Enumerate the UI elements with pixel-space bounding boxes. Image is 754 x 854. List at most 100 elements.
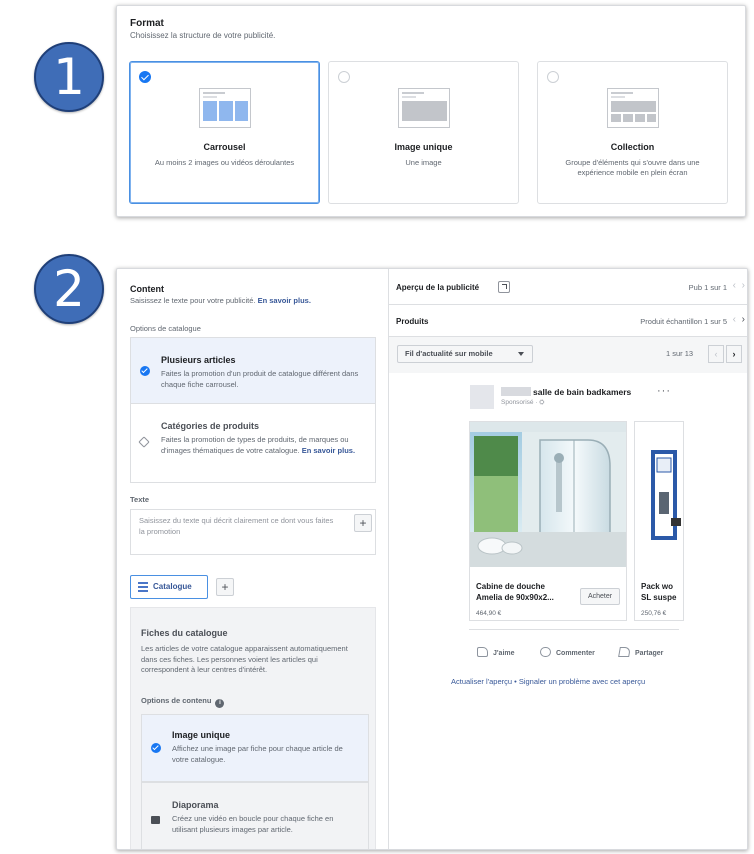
products-row: Produits Produit échantillon 1 sur 5 ‹ › bbox=[389, 305, 747, 337]
format-option-label: Carrousel bbox=[203, 142, 246, 152]
check-icon bbox=[151, 743, 161, 753]
format-option-description: Une image bbox=[405, 158, 442, 167]
comment-label: Commenter bbox=[556, 650, 595, 657]
footer-separator: • bbox=[512, 677, 519, 686]
content-option-name: Image unique bbox=[172, 730, 231, 740]
info-icon[interactable]: i bbox=[215, 699, 225, 708]
reactions-separator bbox=[469, 629, 679, 630]
tag-icon bbox=[138, 436, 150, 448]
report-problem-link[interactable]: Signaler un problème avec cet aperçu bbox=[519, 677, 645, 686]
thumbs-up-icon bbox=[477, 647, 488, 657]
chevron-left-icon[interactable]: ‹ bbox=[733, 314, 736, 325]
learn-more-link[interactable]: En savoir plus. bbox=[302, 446, 355, 455]
catalog-cards-description: Les articles de votre catalogue apparais… bbox=[141, 644, 348, 674]
add-tab-button[interactable]: + bbox=[216, 578, 234, 596]
sponsored-label: Sponsorisé · ⛭ bbox=[501, 399, 545, 406]
catalog-grid-icon bbox=[138, 582, 148, 592]
format-option-description: Groupe d'éléments qui s'ouvre dans une e… bbox=[565, 158, 700, 178]
content-subtitle: Saisissez le texte pour votre publicité.… bbox=[130, 296, 311, 305]
like-label: J'aime bbox=[493, 650, 515, 657]
format-option-single-image[interactable]: Image unique Une image bbox=[328, 61, 519, 204]
share-label: Partager bbox=[635, 650, 664, 657]
catalog-options-label: Options de catalogue bbox=[130, 324, 201, 333]
page-counter: 1 sur 13 bbox=[666, 349, 694, 358]
catalog-option-description: Faites la promotion de types de produits… bbox=[161, 435, 363, 456]
step-1-badge: 1 bbox=[34, 42, 104, 112]
preview-footer-links: Actualiser l'aperçu • Signaler un problè… bbox=[451, 677, 645, 686]
format-option-carousel[interactable]: Carrousel Au moins 2 images ou vidéos dé… bbox=[129, 61, 320, 204]
more-options-icon[interactable]: ··· bbox=[657, 385, 671, 397]
catalog-option-product-categories[interactable]: Catégories de produits Faites la promoti… bbox=[131, 404, 375, 484]
blurred-name bbox=[501, 387, 531, 396]
product-title: Pack wo SL suspe bbox=[641, 582, 676, 604]
page-avatar bbox=[470, 385, 494, 409]
text-label: Texte bbox=[130, 495, 150, 504]
add-text-button[interactable]: + bbox=[354, 514, 372, 532]
format-title: Format bbox=[130, 18, 164, 29]
content-option-slideshow[interactable]: Diaporama Créez une vidéo en boucle pour… bbox=[141, 782, 369, 849]
product-price: 464,90 € bbox=[476, 610, 502, 617]
carousel-card[interactable]: Pack wo SL suspe 250,76 € bbox=[634, 421, 684, 621]
format-option-label: Collection bbox=[610, 142, 655, 152]
content-subtitle-text: Saisissez le texte pour votre publicité. bbox=[130, 296, 256, 305]
single-image-thumbnail-icon bbox=[397, 88, 450, 128]
content-option-name: Diaporama bbox=[172, 800, 219, 810]
content-options-label: Options de contenu i bbox=[141, 696, 225, 708]
catalog-option-multiple-items[interactable]: Plusieurs articles Faites la promotion d… bbox=[131, 338, 375, 404]
product-title-line-1: Pack wo bbox=[641, 582, 674, 591]
post-page-name-text: salle de bain badkamers bbox=[533, 387, 632, 397]
shower-cabin-illustration bbox=[470, 422, 626, 567]
buy-button[interactable]: Acheter bbox=[580, 588, 620, 605]
content-option-single-image[interactable]: Image unique Affichez une image par fich… bbox=[141, 714, 369, 782]
learn-more-link[interactable]: En savoir plus. bbox=[258, 296, 311, 305]
refresh-preview-link[interactable]: Actualiser l'aperçu bbox=[451, 677, 512, 686]
toilet-frame-image bbox=[635, 422, 683, 567]
format-option-description: Au moins 2 images ou vidéos déroulantes bbox=[154, 158, 295, 167]
content-title: Content bbox=[130, 284, 164, 294]
ad-text-input[interactable]: Saisissez du texte qui décrit clairement… bbox=[130, 509, 376, 555]
content-option-description: Affichez une image par fiche pour chaque… bbox=[172, 744, 343, 764]
radio-checked-icon[interactable] bbox=[139, 71, 151, 83]
toilet-frame-illustration bbox=[635, 422, 683, 567]
previous-page-button[interactable]: ‹ bbox=[708, 345, 724, 363]
external-link-icon[interactable] bbox=[498, 281, 510, 293]
catalog-cards-section: Fiches du catalogue Les articles de votr… bbox=[130, 607, 376, 849]
radio-unchecked-icon[interactable] bbox=[547, 71, 559, 83]
next-page-button[interactable]: › bbox=[726, 345, 742, 363]
like-button[interactable]: J'aime bbox=[477, 647, 515, 657]
placement-dropdown[interactable]: Fil d'actualité sur mobile bbox=[397, 345, 533, 363]
check-icon bbox=[140, 366, 150, 376]
catalog-cards-title: Fiches du catalogue bbox=[141, 628, 228, 638]
comment-icon bbox=[540, 647, 551, 657]
comment-button[interactable]: Commenter bbox=[540, 647, 595, 657]
catalog-option-name: Plusieurs articles bbox=[161, 355, 236, 365]
catalog-option-description: Faites la promotion d'un produit de cata… bbox=[161, 369, 359, 389]
share-button[interactable]: Partager bbox=[618, 647, 664, 657]
format-option-label: Image unique bbox=[394, 142, 453, 152]
catalog-options-group: Plusieurs articles Faites la promotion d… bbox=[130, 337, 376, 483]
preview-header: Aperçu de la publicité Pub 1 sur 1 ‹ › bbox=[389, 269, 747, 305]
product-title: Cabine de douche Amelia de 90x90x2... bbox=[476, 582, 554, 604]
product-title-line-2: SL suspe bbox=[641, 592, 677, 602]
carousel-card[interactable]: Cabine de douche Amelia de 90x90x2... 46… bbox=[469, 421, 627, 621]
chevron-left-icon[interactable]: ‹ bbox=[733, 280, 736, 291]
ad-text-placeholder: Saisissez du texte qui décrit clairement… bbox=[139, 516, 334, 536]
placement-dropdown-label: Fil d'actualité sur mobile bbox=[405, 349, 493, 358]
tab-catalog[interactable]: Catalogue bbox=[130, 575, 208, 599]
step-2-badge: 2 bbox=[34, 254, 104, 324]
chevron-right-icon[interactable]: › bbox=[742, 280, 745, 291]
format-panel: Format Choisissez la structure de votre … bbox=[116, 5, 746, 217]
content-option-description: Créez une vidéo en boucle pour chaque fi… bbox=[172, 814, 334, 834]
pub-counter: Pub 1 sur 1 bbox=[688, 283, 727, 292]
chevron-right-icon[interactable]: › bbox=[742, 314, 745, 325]
tab-catalog-label: Catalogue bbox=[153, 582, 192, 591]
product-title-line-2: Amelia de 90x90x2... bbox=[476, 592, 554, 602]
sample-counter: Produit échantillon 1 sur 5 bbox=[640, 317, 727, 326]
collection-thumbnail-icon bbox=[606, 88, 659, 128]
radio-unchecked-icon[interactable] bbox=[338, 71, 350, 83]
products-label: Produits bbox=[396, 317, 429, 326]
share-icon bbox=[618, 647, 631, 657]
format-subtitle: Choisissez la structure de votre publici… bbox=[130, 31, 276, 40]
format-option-collection[interactable]: Collection Groupe d'éléments qui s'ouvre… bbox=[537, 61, 728, 204]
content-panel: Content Saisissez le texte pour votre pu… bbox=[116, 268, 748, 850]
